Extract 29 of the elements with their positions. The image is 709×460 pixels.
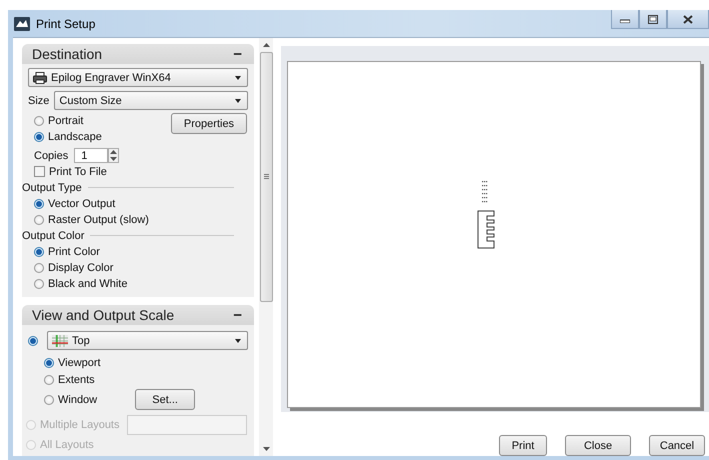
radio-button[interactable]: Raster Output (slow) bbox=[34, 212, 149, 227]
checkbox[interactable]: Print To File bbox=[34, 166, 107, 178]
dialog-button[interactable]: Print bbox=[499, 435, 547, 456]
collapse-button[interactable]: − bbox=[233, 306, 242, 324]
radio-button[interactable]: Display Color bbox=[34, 260, 114, 275]
radio-button[interactable]: Print Color bbox=[34, 244, 100, 259]
radio-button[interactable]: Window bbox=[44, 392, 98, 407]
copies-label: Copies bbox=[34, 150, 68, 162]
panel-title: Destination bbox=[32, 46, 102, 62]
collapse-button[interactable]: − bbox=[233, 46, 242, 62]
set-button[interactable]: Set... bbox=[135, 389, 196, 410]
dialog-button[interactable]: Close bbox=[565, 435, 631, 456]
size-label: Size bbox=[28, 94, 50, 106]
dropdown[interactable]: Epilog Engraver WinX64 bbox=[28, 68, 248, 87]
properties-button[interactable]: Properties bbox=[171, 113, 247, 134]
radio-button[interactable]: Extents bbox=[44, 372, 95, 387]
dropdown[interactable]: Top bbox=[47, 331, 248, 350]
radio-button[interactable]: Viewport bbox=[44, 355, 101, 370]
radio-button[interactable]: Vector Output bbox=[34, 196, 116, 211]
panel-title: View and Output Scale bbox=[32, 307, 174, 323]
copies-field[interactable]: 1 bbox=[74, 148, 108, 163]
dropdown[interactable]: Custom Size bbox=[54, 91, 248, 110]
dialog-button[interactable]: Cancel bbox=[649, 435, 705, 456]
window-title: Print Setup bbox=[36, 16, 96, 30]
radio-button[interactable]: Portrait bbox=[34, 113, 84, 128]
radio-button[interactable]: Black and White bbox=[34, 276, 128, 291]
radio-button[interactable]: Landscape bbox=[34, 129, 102, 144]
group-label: Output Color bbox=[22, 230, 84, 242]
group-label: Output Type bbox=[22, 182, 82, 194]
